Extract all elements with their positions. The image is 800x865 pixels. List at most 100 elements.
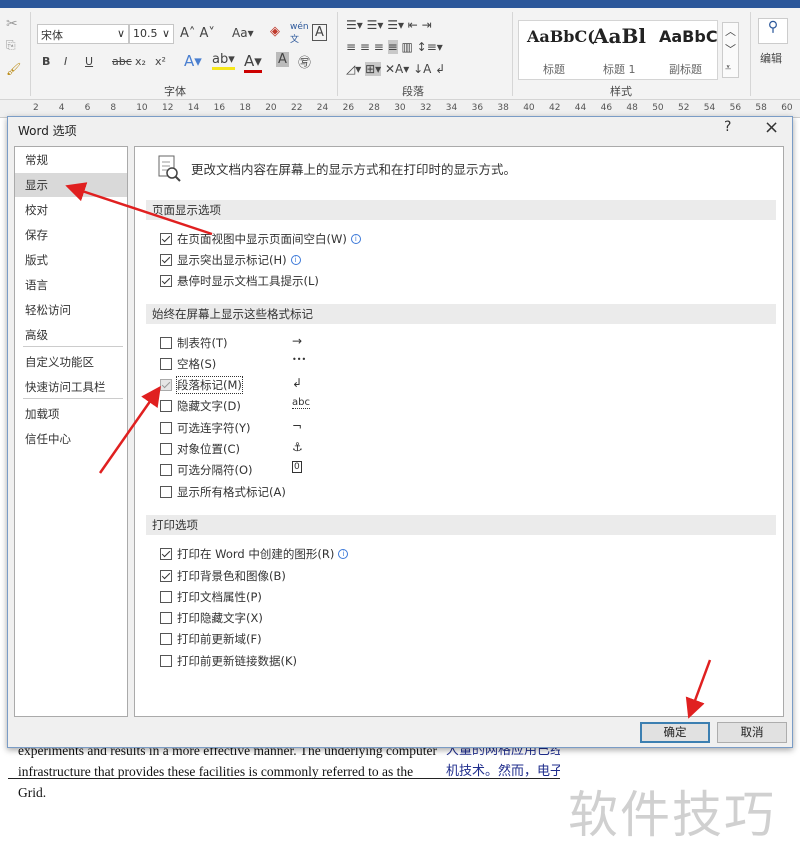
- align-icons[interactable]: ≡ ≡ ≡ ≡ ▥ ↕≡▾: [346, 40, 443, 54]
- text-effects-icon[interactable]: A▾: [184, 52, 202, 70]
- strikethrough-button[interactable]: abc: [112, 55, 132, 68]
- option-row[interactable]: 隐藏文字(D): [160, 397, 241, 415]
- search-icon[interactable]: ⚲: [758, 18, 788, 44]
- char-shading-icon[interactable]: A: [276, 52, 289, 67]
- ruler-tick: 58: [755, 103, 767, 113]
- ruler-tick: 26: [342, 103, 355, 113]
- ruler-tick: 8: [110, 103, 117, 113]
- checkbox[interactable]: [160, 612, 172, 624]
- ruler-tick: 50: [652, 103, 664, 113]
- option-row[interactable]: 空格(S): [160, 355, 216, 373]
- ruler-tick: 32: [420, 103, 432, 113]
- ruler-tick: 46: [600, 103, 613, 113]
- option-row[interactable]: 悬停时显示文档工具提示(L): [160, 272, 319, 290]
- format-painter-icon[interactable]: 🖌: [6, 62, 21, 76]
- style-label: 标题 1: [603, 63, 636, 76]
- styles-gallery[interactable]: AaBbC( AaBl AaBbC 标题 标题 1 副标题: [518, 20, 718, 80]
- cut-icon[interactable]: ✂: [6, 16, 18, 32]
- styles-scroll[interactable]: ︿ ﹀ ⩡: [722, 22, 739, 78]
- option-row[interactable]: 可选分隔符(O): [160, 461, 253, 479]
- checkbox[interactable]: [160, 655, 172, 667]
- nav-item-4[interactable]: 版式: [15, 248, 127, 272]
- ok-button[interactable]: 确定: [640, 722, 710, 743]
- enclose-char-icon[interactable]: ㊢: [298, 52, 311, 71]
- nav-item-0[interactable]: 常规: [15, 148, 127, 172]
- char-border-icon[interactable]: A: [312, 24, 327, 41]
- ruler-tick: 52: [678, 103, 690, 113]
- nav-item-7[interactable]: 高级: [15, 323, 127, 347]
- section-header: 打印选项: [146, 515, 776, 535]
- font-size-value: 10.5: [133, 27, 158, 40]
- bullets-icon[interactable]: ☰▾ ☰▾ ☰▾ ⇤ ⇥: [346, 18, 432, 32]
- checkbox[interactable]: [160, 591, 172, 603]
- shading-border-icons[interactable]: ◿▾ ⊞▾ ✕A▾ ↓A ↲: [346, 62, 445, 76]
- nav-item-6[interactable]: 轻松访问: [15, 298, 127, 322]
- checkbox[interactable]: [160, 358, 172, 370]
- bold-button[interactable]: B: [42, 55, 50, 68]
- option-row[interactable]: 可选连字符(Y): [160, 419, 251, 437]
- option-row[interactable]: 制表符(T): [160, 334, 228, 352]
- nav-item-9[interactable]: 快速访问工具栏: [15, 375, 127, 399]
- nav-item-5[interactable]: 语言: [15, 273, 127, 297]
- format-mark-icon: ¬: [292, 419, 303, 433]
- italic-button[interactable]: I: [64, 55, 67, 68]
- highlight-icon[interactable]: ab▾: [212, 52, 235, 70]
- checkbox[interactable]: [160, 464, 172, 476]
- checkbox[interactable]: [160, 275, 172, 287]
- option-label: 打印文档属性(P): [177, 590, 262, 604]
- nav-item-3[interactable]: 保存: [15, 223, 127, 247]
- superscript-button[interactable]: x²: [155, 55, 166, 68]
- copy-icon[interactable]: ⎘: [6, 38, 16, 53]
- cancel-button[interactable]: 取消: [717, 722, 787, 743]
- option-row[interactable]: 打印背景色和图像(B): [160, 567, 286, 585]
- format-mark-icon: →: [292, 334, 303, 348]
- subscript-button[interactable]: x₂: [135, 55, 146, 68]
- nav-item-11[interactable]: 信任中心: [15, 427, 127, 451]
- nav-item-10[interactable]: 加载项: [15, 402, 127, 426]
- nav-item-8[interactable]: 自定义功能区: [15, 350, 127, 374]
- option-row[interactable]: 打印前更新链接数据(K): [160, 652, 297, 670]
- option-row[interactable]: 对象位置(C): [160, 440, 240, 458]
- option-row[interactable]: 显示突出显示标记(H) i: [160, 251, 301, 269]
- checkbox[interactable]: [160, 570, 172, 582]
- options-nav: 常规 显示 校对 保存 版式 语言 轻松访问 高级自定义功能区 快速访问工具栏 加载项 信任中心: [14, 146, 128, 717]
- style-label: 副标题: [669, 63, 702, 76]
- option-row[interactable]: 显示所有格式标记(A): [160, 483, 286, 501]
- font-size-select[interactable]: 10.5 ∨: [129, 24, 174, 44]
- option-row[interactable]: 段落标记(M): [160, 376, 243, 394]
- checkbox[interactable]: [160, 548, 172, 560]
- edit-button[interactable]: 编辑: [760, 50, 782, 66]
- checkbox[interactable]: [160, 379, 172, 391]
- checkbox[interactable]: [160, 422, 172, 434]
- font-name-value: 宋体: [41, 29, 63, 42]
- option-row[interactable]: 在页面视图中显示页面间空白(W) i: [160, 230, 361, 248]
- close-button[interactable]: ×: [764, 117, 779, 138]
- grow-font-icon[interactable]: A˄ A˅: [180, 26, 215, 41]
- ruler-tick: 34: [445, 103, 458, 113]
- option-row[interactable]: 打印文档属性(P): [160, 588, 262, 606]
- checkbox[interactable]: [160, 486, 172, 498]
- format-mark-icon: ↲: [292, 376, 303, 390]
- option-row[interactable]: 打印前更新域(F): [160, 630, 262, 648]
- ruler-tick: 12: [162, 103, 174, 113]
- underline-button[interactable]: U: [85, 55, 93, 68]
- option-row[interactable]: 打印隐藏文字(X): [160, 609, 263, 627]
- nav-item-2[interactable]: 校对: [15, 198, 127, 222]
- font-name-select[interactable]: 宋体 ∨: [37, 24, 129, 44]
- font-color-icon[interactable]: A▾: [244, 52, 262, 73]
- change-case-button[interactable]: Aa▾: [232, 26, 254, 40]
- clear-format-icon[interactable]: ◈: [270, 24, 280, 39]
- checkbox[interactable]: [160, 443, 172, 455]
- checkbox[interactable]: [160, 233, 172, 245]
- ruler-tick: 38: [497, 103, 509, 113]
- checkbox[interactable]: [160, 337, 172, 349]
- checkbox[interactable]: [160, 254, 172, 266]
- checkbox[interactable]: [160, 633, 172, 645]
- option-row[interactable]: 打印在 Word 中创建的图形(R) i: [160, 545, 349, 563]
- format-mark-icon: •••: [292, 355, 307, 364]
- checkbox[interactable]: [160, 400, 172, 412]
- phonetic-guide-icon[interactable]: wén 文: [290, 22, 309, 45]
- help-button[interactable]: ?: [724, 119, 731, 135]
- ruler-tick: 10: [136, 103, 148, 113]
- nav-item-1[interactable]: 显示: [15, 173, 127, 197]
